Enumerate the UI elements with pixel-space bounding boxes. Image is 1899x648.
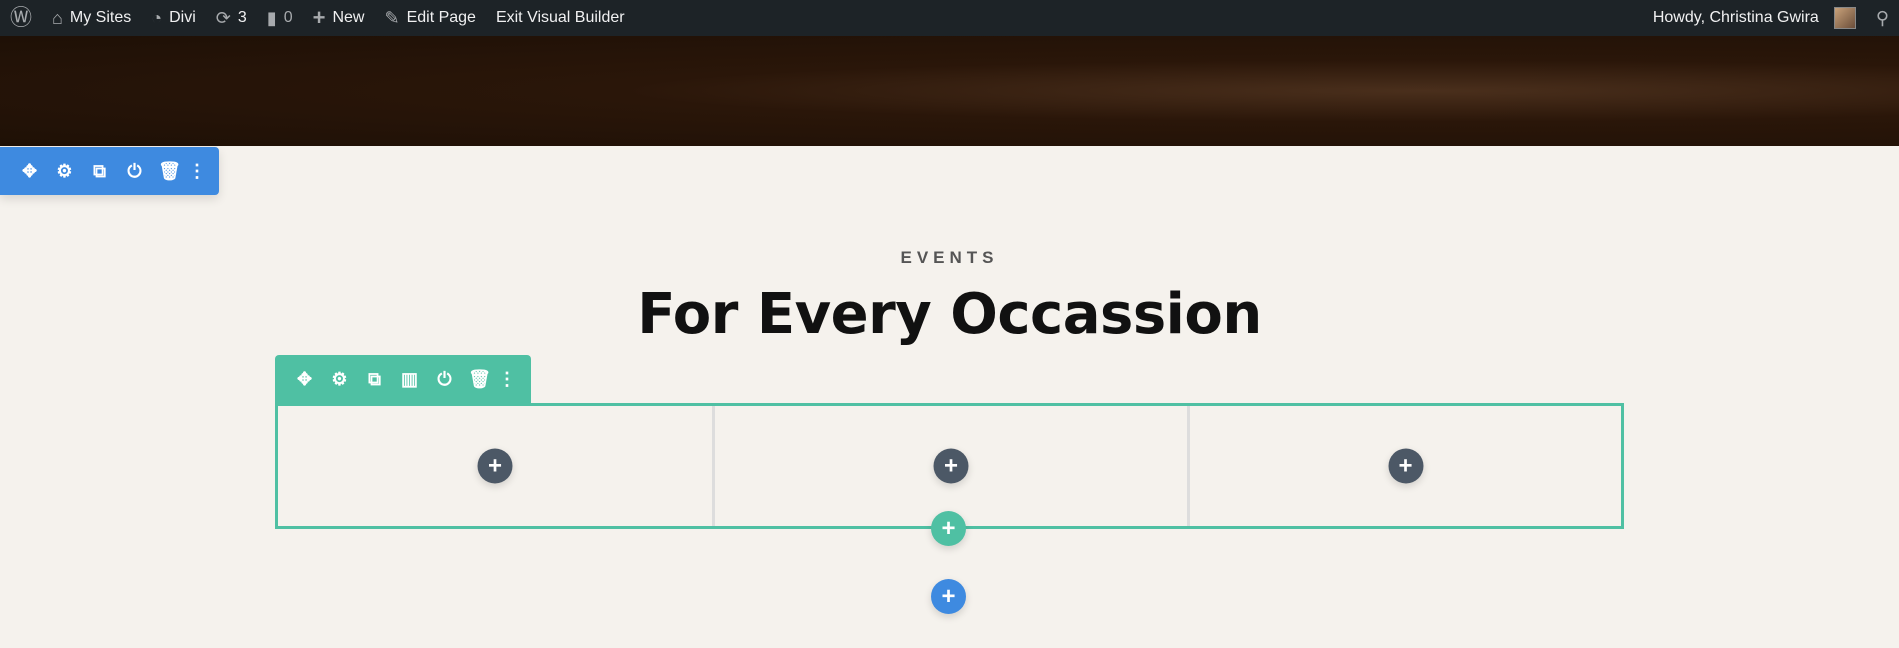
delete-icon[interactable]: 🗑	[152, 147, 187, 195]
settings-icon[interactable]: ⚙	[47, 147, 82, 195]
dashboard-icon: ◔	[151, 8, 163, 28]
exit-visual-builder-link[interactable]: Exit Visual Builder	[486, 0, 635, 36]
delete-icon[interactable]: 🗑	[462, 355, 497, 403]
more-icon[interactable]: ⋮	[187, 147, 207, 195]
comments-menu[interactable]: ▮ 0	[257, 0, 303, 36]
comment-icon: ▮	[266, 8, 277, 28]
section-eyebrow: EVENTS	[900, 248, 999, 267]
move-icon[interactable]: ✥	[12, 147, 47, 195]
add-module-button[interactable]: +	[1388, 448, 1423, 484]
duplicate-icon[interactable]: ⧉	[357, 355, 392, 403]
add-section-button[interactable]: +	[931, 579, 966, 614]
column: +	[715, 406, 1190, 526]
move-icon[interactable]: ✥	[287, 355, 322, 403]
avatar	[1833, 7, 1856, 29]
admin-bar: Ⓦ ⌂ My Sites ◔ Divi ⟳ 3 ▮ 0 + New ✎ Edit Page …	[0, 0, 1899, 36]
settings-icon[interactable]: ⚙	[322, 355, 357, 403]
sites-icon: ⌂	[52, 8, 63, 28]
comments-count: 0	[283, 9, 293, 26]
edit-page-link[interactable]: ✎ Edit Page	[374, 0, 485, 36]
section-title: For Every Occassion	[637, 282, 1262, 347]
pencil-icon: ✎	[384, 8, 400, 28]
save-icon[interactable]: ⏻	[427, 355, 462, 403]
add-row-button[interactable]: +	[931, 511, 966, 546]
row-toolbar: ✥ ⚙ ⧉ ▥ ⏻ 🗑 ⋮	[275, 355, 531, 403]
plus-icon: +	[312, 5, 326, 30]
save-icon[interactable]: ⏻	[117, 147, 152, 195]
updates-count: 3	[237, 9, 247, 26]
column: +	[1190, 406, 1621, 526]
new-menu[interactable]: + New	[303, 0, 375, 36]
more-icon[interactable]: ⋮	[497, 355, 517, 403]
edit-page-label: Edit Page	[406, 9, 476, 26]
search-icon: ⚲	[1875, 8, 1889, 28]
updates-icon: ⟳	[215, 8, 231, 28]
divi-menu[interactable]: ◔ Divi	[141, 0, 206, 36]
add-module-button[interactable]: +	[477, 448, 513, 484]
wordpress-icon: Ⓦ	[10, 5, 33, 30]
account-menu[interactable]: Howdy, Christina Gwira	[1643, 0, 1866, 36]
column: +	[278, 406, 715, 526]
search-button[interactable]: ⚲	[1866, 0, 1899, 36]
my-sites-label: My Sites	[69, 9, 132, 26]
new-label: New	[332, 9, 365, 26]
add-module-button[interactable]: +	[933, 448, 969, 484]
my-sites-menu[interactable]: ⌂ My Sites	[42, 0, 141, 36]
divi-label: Divi	[169, 9, 196, 26]
section-toolbar: ✥ ⚙ ⧉ ⏻ 🗑 ⋮	[0, 147, 219, 195]
duplicate-icon[interactable]: ⧉	[82, 147, 117, 195]
updates-menu[interactable]: ⟳ 3	[206, 0, 257, 36]
exit-visual-builder-label: Exit Visual Builder	[495, 9, 625, 26]
wordpress-menu[interactable]: Ⓦ	[0, 0, 42, 36]
howdy-label: Howdy, Christina Gwira	[1652, 9, 1819, 26]
columns-icon[interactable]: ▥	[392, 355, 427, 403]
hero-image	[0, 36, 1899, 146]
